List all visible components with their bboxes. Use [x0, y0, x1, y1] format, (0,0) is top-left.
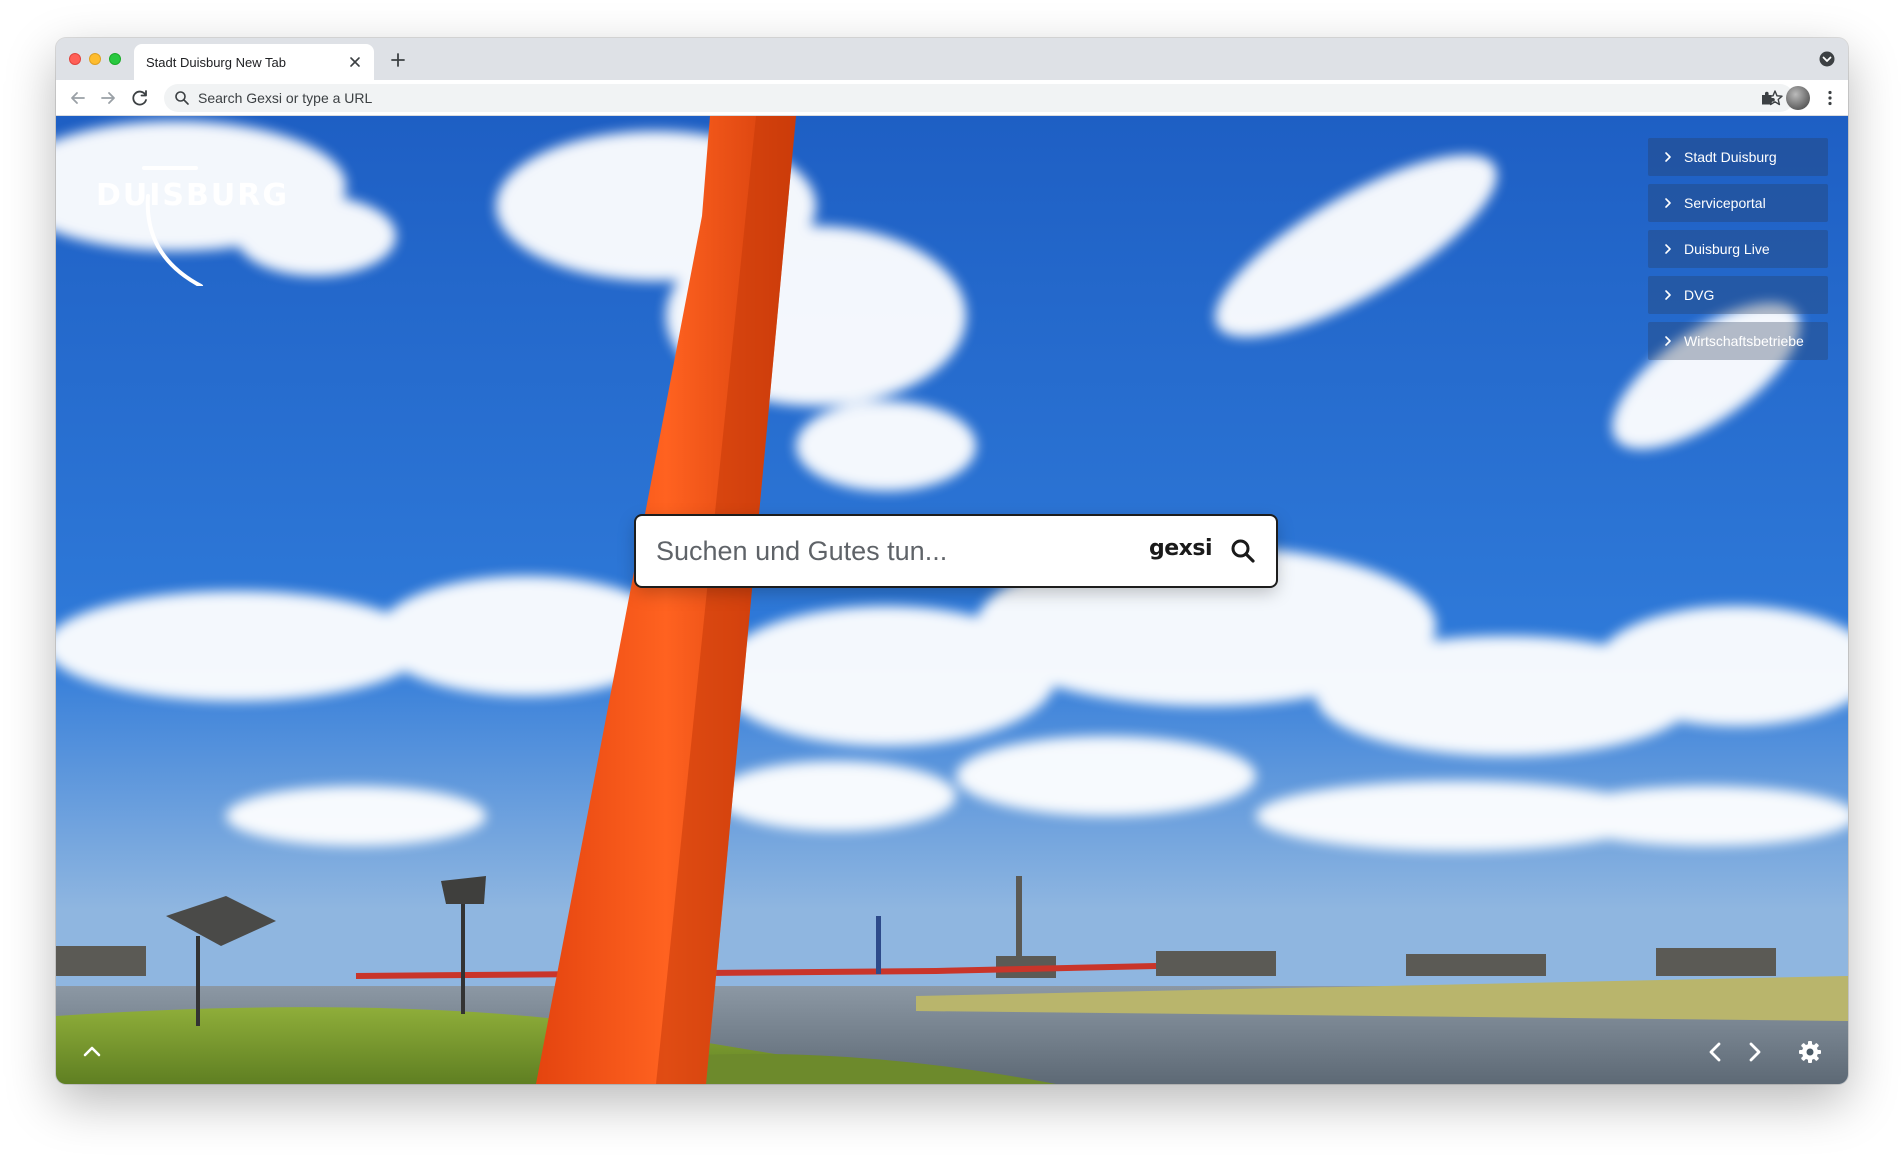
address-bar[interactable]: [164, 84, 1794, 112]
tab-search-icon[interactable]: [1818, 50, 1836, 68]
quick-links: Stadt Duisburg Serviceportal Duisburg Li…: [1648, 138, 1828, 368]
quick-link-duisburg-live[interactable]: Duisburg Live: [1648, 230, 1828, 268]
new-tab-page: DUISBURG Stadt Duisburg Serviceportal Du…: [56, 116, 1848, 1084]
quick-link-label: Wirtschaftsbetriebe: [1684, 333, 1804, 349]
chevron-right-icon: [1665, 290, 1671, 300]
close-window-button[interactable]: [69, 53, 81, 65]
quick-link-wirtschaftsbetriebe[interactable]: Wirtschaftsbetriebe: [1648, 322, 1828, 360]
back-arrow-icon[interactable]: [66, 86, 90, 110]
next-image-icon[interactable]: [1740, 1038, 1768, 1066]
tab-title: Stadt Duisburg New Tab: [146, 55, 286, 70]
browser-window: Stadt Duisburg New Tab Search Gexsi or t…: [56, 38, 1848, 1084]
chevron-up-icon[interactable]: [78, 1038, 106, 1066]
chevron-right-icon: [1665, 152, 1671, 162]
quick-link-stadt-duisburg[interactable]: Stadt Duisburg: [1648, 138, 1828, 176]
forward-arrow-icon[interactable]: [96, 86, 120, 110]
duisburg-logo[interactable]: DUISBURG: [96, 166, 287, 286]
quick-link-label: Serviceportal: [1684, 195, 1766, 211]
chevron-right-icon: [1665, 244, 1671, 254]
background-photo: [56, 116, 1848, 1084]
search-box: gexsi: [636, 516, 1276, 586]
quick-link-dvg[interactable]: DVG: [1648, 276, 1828, 314]
browser-toolbar: [56, 80, 1848, 116]
close-icon[interactable]: [344, 51, 366, 73]
gexsi-brand: gexsi: [1149, 536, 1213, 561]
avatar[interactable]: [1786, 86, 1810, 110]
quick-link-label: DVG: [1684, 287, 1715, 303]
chevron-right-icon: [1665, 336, 1671, 346]
quick-link-label: Stadt Duisburg: [1684, 149, 1777, 165]
plus-icon[interactable]: [386, 48, 410, 72]
previous-image-icon[interactable]: [1702, 1038, 1730, 1066]
tab-strip: Stadt Duisburg New Tab: [56, 38, 1848, 80]
address-input[interactable]: [198, 84, 1738, 112]
gear-icon[interactable]: [1796, 1038, 1824, 1066]
minimize-window-button[interactable]: [89, 53, 101, 65]
active-tab[interactable]: Stadt Duisburg New Tab: [134, 44, 374, 80]
reload-icon[interactable]: [128, 86, 152, 110]
maximize-window-button[interactable]: [109, 53, 121, 65]
search-input[interactable]: [656, 516, 1126, 586]
puzzle-icon[interactable]: [1756, 86, 1780, 110]
chevron-right-icon: [1665, 198, 1671, 208]
quick-link-label: Duisburg Live: [1684, 241, 1770, 257]
search-icon[interactable]: [1230, 538, 1256, 564]
more-menu-icon[interactable]: [1818, 86, 1842, 110]
search-icon: [175, 91, 189, 105]
quick-link-serviceportal[interactable]: Serviceportal: [1648, 184, 1828, 222]
logo-swoosh-icon: [142, 166, 203, 286]
